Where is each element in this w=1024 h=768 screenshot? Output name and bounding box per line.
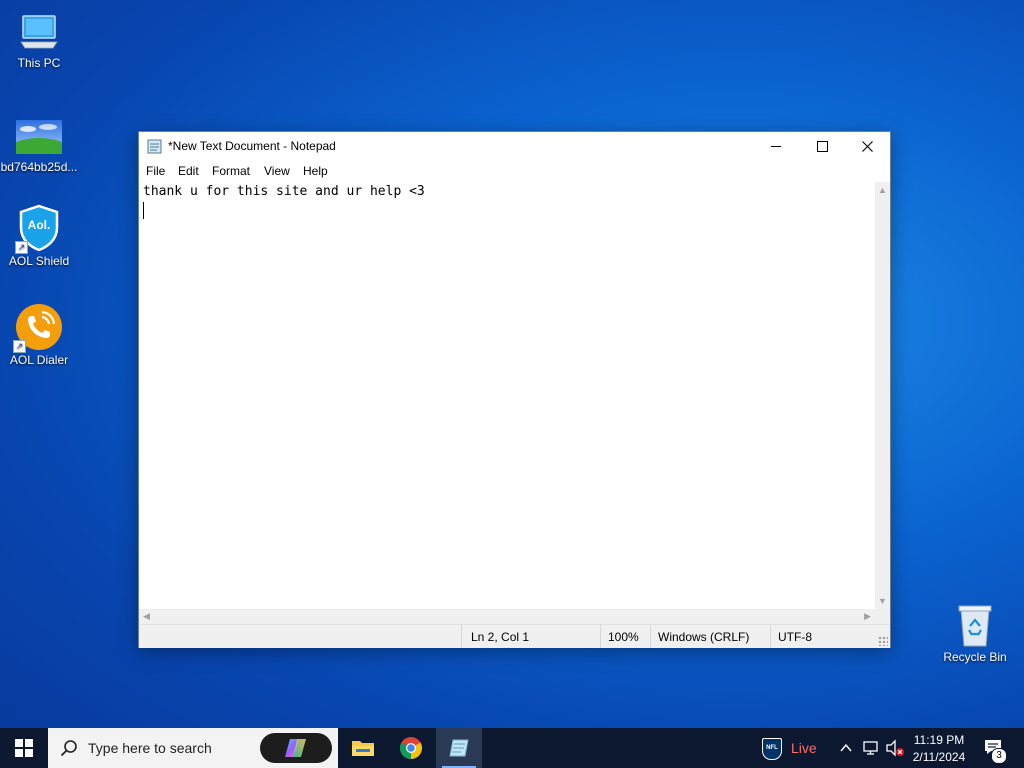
minimize-button[interactable] <box>753 132 799 161</box>
nfl-badge-text: NFL <box>766 745 778 751</box>
scroll-right-icon[interactable]: ▶ <box>864 611 871 622</box>
nfl-badge: NFL <box>762 738 782 760</box>
close-button[interactable] <box>844 132 890 161</box>
file-explorer-icon <box>352 741 374 756</box>
notepad-window[interactable]: *New Text Document - Notepad File Edit F… <box>138 131 891 648</box>
scrollbar-corner <box>875 609 890 624</box>
image-thumbnail-icon <box>16 120 62 154</box>
taskbar-search-box[interactable]: Type here to search <box>48 728 338 768</box>
zoom-level: 100% <box>608 630 639 644</box>
desktop-icon-label: This PC <box>17 56 61 70</box>
title-bar[interactable]: *New Text Document - Notepad <box>139 132 890 161</box>
copilot-icon <box>285 739 306 757</box>
encoding: UTF-8 <box>778 630 812 644</box>
copilot-button[interactable] <box>260 733 332 763</box>
search-icon <box>60 740 77 757</box>
scroll-left-icon[interactable]: ◀ <box>143 611 150 622</box>
close-icon <box>861 141 873 152</box>
chrome-icon <box>400 737 422 759</box>
start-button[interactable] <box>0 728 48 768</box>
clock-date: 2/11/2024 <box>912 750 966 764</box>
taskbar: Type here to search NFL Live 11:19 PM 2/… <box>0 728 1024 768</box>
desktop-icon-image-file[interactable]: bd764bb25d... <box>0 118 78 174</box>
text-caret <box>143 202 144 219</box>
menu-file[interactable]: File <box>146 164 165 178</box>
system-clock[interactable]: 11:19 PM 2/11/2024 <box>906 728 972 768</box>
aol-dialer-icon: ↗ <box>13 303 63 353</box>
line-ending: Windows (CRLF) <box>658 630 750 644</box>
menu-view[interactable]: View <box>264 164 290 178</box>
menu-edit[interactable]: Edit <box>178 164 199 178</box>
taskbar-notepad[interactable] <box>436 728 482 768</box>
desktop-icon-recycle-bin[interactable]: Recycle Bin <box>936 602 1014 664</box>
desktop-icon-label: AOL Dialer <box>9 353 69 367</box>
volume-muted-icon[interactable] <box>885 739 905 757</box>
aol-shield-icon: Aol. ↗ <box>15 204 61 254</box>
status-separator <box>770 625 771 648</box>
computer-icon <box>17 10 61 54</box>
maximize-button[interactable] <box>799 132 845 161</box>
desktop-icon-aol-shield[interactable]: Aol. ↗ AOL Shield <box>0 204 78 268</box>
status-separator <box>461 625 462 648</box>
editor-text-line: thank u for this site and ur help <3 <box>143 184 425 199</box>
taskbar-chrome[interactable] <box>388 728 434 768</box>
shortcut-arrow-icon: ↗ <box>15 241 28 254</box>
search-placeholder: Type here to search <box>88 740 212 756</box>
minimize-icon <box>771 146 781 147</box>
news-live-label: Live <box>791 740 817 756</box>
menu-bar: File Edit Format View Help <box>139 161 890 182</box>
desktop-icon-label: AOL Shield <box>8 254 70 268</box>
notepad-icon <box>147 138 162 154</box>
notepad-icon <box>449 739 469 757</box>
network-icon[interactable] <box>862 739 880 757</box>
scroll-down-icon[interactable]: ▼ <box>878 596 887 606</box>
window-title: *New Text Document - Notepad <box>168 139 336 153</box>
cursor-position: Ln 2, Col 1 <box>471 630 530 644</box>
desktop-icon-label: bd764bb25d... <box>0 160 78 174</box>
status-separator <box>650 625 651 648</box>
desktop-icon-aol-dialer[interactable]: ↗ AOL Dialer <box>0 303 78 367</box>
horizontal-scrollbar[interactable]: ◀ ▶ <box>139 609 875 624</box>
status-bar: Ln 2, Col 1 100% Windows (CRLF) UTF-8 <box>139 624 890 648</box>
resize-grip-icon[interactable] <box>878 636 888 646</box>
clock-time: 11:19 PM <box>913 733 965 747</box>
vertical-scrollbar[interactable]: ▲ ▼ <box>875 182 890 609</box>
windows-logo-icon <box>15 739 33 757</box>
shortcut-arrow-icon: ↗ <box>13 340 26 353</box>
scroll-up-icon[interactable]: ▲ <box>878 185 887 195</box>
recycle-bin-icon <box>955 602 995 648</box>
aol-badge-text: Aol. <box>27 218 51 232</box>
maximize-icon <box>816 141 828 152</box>
status-separator <box>600 625 601 648</box>
menu-format[interactable]: Format <box>212 164 250 178</box>
notification-count-badge: 3 <box>991 748 1007 764</box>
taskbar-file-explorer[interactable] <box>340 728 386 768</box>
news-widget[interactable]: NFL Live <box>758 728 820 768</box>
chevron-up-icon[interactable] <box>838 740 854 756</box>
menu-help[interactable]: Help <box>303 164 328 178</box>
notification-center-button[interactable]: 3 <box>980 736 1010 764</box>
desktop-icon-label: Recycle Bin <box>943 650 1007 664</box>
desktop-icon-this-pc[interactable]: This PC <box>0 10 78 70</box>
text-editor[interactable]: thank u for this site and ur help <3 <box>139 182 875 609</box>
